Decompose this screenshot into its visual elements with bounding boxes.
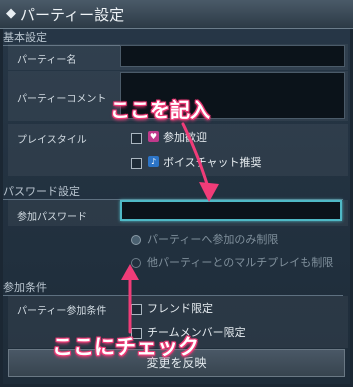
annotation-arrow-down-icon bbox=[181, 122, 219, 202]
radio-party-only-label: パーティーへ参加のみ制限 bbox=[147, 233, 279, 246]
party-comment-label: パーティーコメント bbox=[17, 94, 107, 105]
password-input[interactable] bbox=[120, 200, 342, 221]
voice-chat-checkbox[interactable] bbox=[131, 158, 142, 169]
window-title: パーティー設定 bbox=[20, 6, 125, 24]
diamond-icon: ◆ bbox=[6, 6, 16, 21]
friends-only-label: フレンド限定 bbox=[147, 302, 213, 315]
window-titlebar: ◆ パーティー設定 bbox=[0, 0, 353, 29]
password-label: 参加パスワード bbox=[17, 212, 87, 223]
welcome-icon: ♥ bbox=[148, 131, 159, 142]
radio-multiplay-label: 他パーティーとのマルチプレイも制限 bbox=[147, 256, 334, 269]
voice-chat-icon: ♪ bbox=[148, 156, 159, 167]
play-style-label: プレイスタイル bbox=[17, 135, 87, 146]
radio-party-only[interactable] bbox=[131, 235, 141, 245]
party-name-input[interactable] bbox=[120, 45, 345, 67]
annotation-arrow-up-icon bbox=[121, 264, 139, 334]
welcome-checkbox[interactable] bbox=[131, 133, 142, 144]
annotation-check-here: ここにチェック bbox=[52, 335, 199, 359]
section-heading-conditions: 参加条件 bbox=[3, 279, 343, 296]
conditions-label: パーティー参加条件 bbox=[17, 306, 107, 317]
section-heading-password: パスワード設定 bbox=[3, 183, 343, 200]
party-name-label: パーティー名 bbox=[17, 55, 77, 66]
